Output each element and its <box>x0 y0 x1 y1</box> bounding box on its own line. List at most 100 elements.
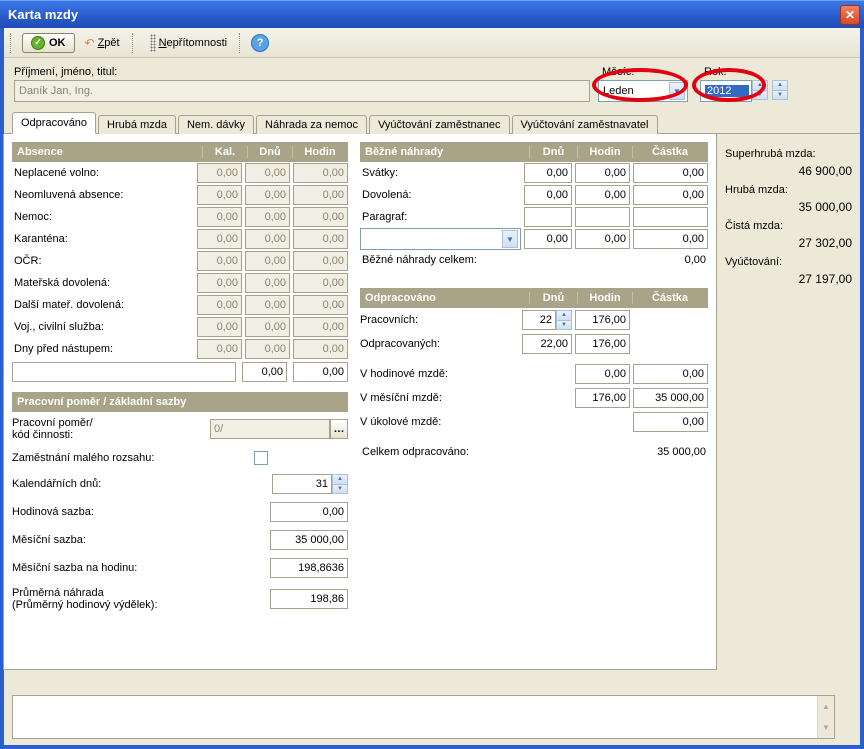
absence-hodin[interactable]: 0,00 <box>293 273 348 293</box>
mes-castka[interactable]: 35 000,00 <box>633 388 708 408</box>
prac-hodin[interactable]: 176,00 <box>575 310 630 330</box>
chevron-up-icon[interactable]: ▲ <box>333 475 347 485</box>
tab-vyuctovani-zamestnanec[interactable]: Vyúčtování zaměstnanec <box>369 115 510 134</box>
absence-extra-dnu[interactable]: 0,00 <box>242 362 287 382</box>
absence-hodin[interactable]: 0,00 <box>293 229 348 249</box>
mes-hodin[interactable]: 176,00 <box>575 388 630 408</box>
absence-hodin[interactable]: 0,00 <box>293 339 348 359</box>
odprac-sum-label: Celkem odpracováno: <box>362 446 469 458</box>
pomer-row-label: Průměrná náhrada (Průměrný hodinový výdě… <box>12 587 270 611</box>
svatky-dnu[interactable]: 0,00 <box>524 163 572 183</box>
prac-dnu-spinner[interactable]: ▲▼ <box>556 310 572 330</box>
tab-nahrada-za-nemoc[interactable]: Náhrada za nemoc <box>256 115 367 134</box>
dovolena-hodin[interactable]: 0,00 <box>575 185 630 205</box>
tab-odpracovano[interactable]: Odpracováno <box>12 112 96 134</box>
absence-kal[interactable]: 0,00 <box>197 273 242 293</box>
zam-rozsah-checkbox[interactable] <box>254 451 268 465</box>
dovolena-castka[interactable]: 0,00 <box>633 185 708 205</box>
absence-extra-input[interactable] <box>12 362 236 382</box>
help-icon[interactable]: ? <box>251 34 269 52</box>
paragraf-combo[interactable]: ▼ <box>360 228 521 250</box>
absence-hodin[interactable]: 0,00 <box>293 207 348 227</box>
paragraf2-castka[interactable]: 0,00 <box>633 229 708 249</box>
absence-dnu[interactable]: 0,00 <box>245 339 290 359</box>
dovolena-dnu[interactable]: 0,00 <box>524 185 572 205</box>
pomer-spinner[interactable]: ▲▼ <box>332 474 348 494</box>
absence-hodin[interactable]: 0,00 <box>293 317 348 337</box>
paragraf-dnu[interactable] <box>524 207 572 227</box>
tab-hruba-mzda[interactable]: Hrubá mzda <box>98 115 176 134</box>
col-dnu: Dnů <box>529 292 577 304</box>
absence-kal[interactable]: 0,00 <box>197 185 242 205</box>
chevron-down-icon[interactable]: ▼ <box>333 485 347 494</box>
bezne-row: Dovolená: 0,00 0,00 0,00 <box>360 184 708 206</box>
absence-kal[interactable]: 0,00 <box>197 229 242 249</box>
pomer-value[interactable]: 198,86 <box>270 589 348 609</box>
ukol-castka[interactable]: 0,00 <box>633 412 708 432</box>
absence-hodin[interactable]: 0,00 <box>293 295 348 315</box>
hod-castka[interactable]: 0,00 <box>633 364 708 384</box>
absence-kal[interactable]: 0,00 <box>197 163 242 183</box>
absence-dnu[interactable]: 0,00 <box>245 317 290 337</box>
absence-kal[interactable]: 0,00 <box>197 207 242 227</box>
scrollbar[interactable]: ▲ ▼ <box>817 696 834 738</box>
pomer-value[interactable]: 198,8636 <box>270 558 348 578</box>
hod-hodin[interactable]: 0,00 <box>575 364 630 384</box>
pomer-row: Průměrná náhrada (Průměrný hodinový výdě… <box>12 582 348 616</box>
paragraf2-hodin[interactable]: 0,00 <box>575 229 630 249</box>
chevron-down-icon[interactable]: ▼ <box>773 91 787 100</box>
paragraf2-dnu[interactable]: 0,00 <box>524 229 572 249</box>
absence-hodin[interactable]: 0,00 <box>293 163 348 183</box>
pomer-value[interactable]: 35 000,00 <box>270 530 348 550</box>
absence-hodin[interactable]: 0,00 <box>293 251 348 271</box>
absence-dnu[interactable]: 0,00 <box>245 207 290 227</box>
cista-value: 27 302,00 <box>725 236 852 250</box>
absence-kal[interactable]: 0,00 <box>197 317 242 337</box>
col-castka: Částka <box>632 146 707 158</box>
absence-button[interactable]: Nepřítomnosti <box>144 32 233 54</box>
absence-dnu[interactable]: 0,00 <box>245 273 290 293</box>
absence-extra-hodin[interactable]: 0,00 <box>293 362 348 382</box>
absence-kal[interactable]: 0,00 <box>197 251 242 271</box>
pomer-value[interactable]: 31 <box>272 474 332 494</box>
chevron-down-icon[interactable]: ▼ <box>818 717 834 738</box>
chevron-up-icon[interactable]: ▲ <box>818 696 834 717</box>
absence-kal[interactable]: 0,00 <box>197 295 242 315</box>
pomer-input[interactable]: 0/ <box>210 419 330 439</box>
ok-button[interactable]: ✓ OK <box>22 33 75 53</box>
absence-dnu[interactable]: 0,00 <box>245 251 290 271</box>
absence-header: Absence Kal. Dnů Hodin <box>12 142 348 162</box>
absence-dnu[interactable]: 0,00 <box>245 229 290 249</box>
check-circle-icon: ✓ <box>31 36 45 50</box>
paragraf-hodin[interactable] <box>575 207 630 227</box>
svatky-castka[interactable]: 0,00 <box>633 163 708 183</box>
absence-dnu[interactable]: 0,00 <box>245 185 290 205</box>
absence-kal[interactable]: 0,00 <box>197 339 242 359</box>
tab-nem-davky[interactable]: Nem. dávky <box>178 115 254 134</box>
toolbar-separator-icon <box>239 33 245 53</box>
tab-vyuctovani-zamestnavatel[interactable]: Vyúčtování zaměstnavatel <box>512 115 658 134</box>
ukol-label: V úkolové mzdě: <box>360 416 522 428</box>
prac-dnu[interactable]: 22 <box>522 310 556 330</box>
pomer-value[interactable]: 0,00 <box>270 502 348 522</box>
chevron-down-icon[interactable]: ▼ <box>502 230 518 248</box>
absence-dnu[interactable]: 0,00 <box>245 163 290 183</box>
back-button[interactable]: ↶ Zpět <box>79 34 126 52</box>
svatky-hodin[interactable]: 0,00 <box>575 163 630 183</box>
notes-textarea[interactable]: ▲ ▼ <box>12 695 835 739</box>
odpr-hodin[interactable]: 176,00 <box>575 334 630 354</box>
nav-spinner[interactable]: ▲ ▼ <box>772 80 788 100</box>
absence-dnu[interactable]: 0,00 <box>245 295 290 315</box>
chevron-down-icon[interactable]: ▼ <box>557 321 571 330</box>
ellipsis-button[interactable]: … <box>330 419 348 439</box>
chevron-up-icon[interactable]: ▲ <box>773 81 787 91</box>
chevron-up-icon[interactable]: ▲ <box>557 311 571 321</box>
absence-row: OČR: 0,00 0,00 0,00 <box>12 250 348 272</box>
bezne-sum-value: 0,00 <box>685 254 706 266</box>
paragraf-castka[interactable] <box>633 207 708 227</box>
odpr-dnu[interactable]: 22,00 <box>522 334 572 354</box>
grip-dots-icon <box>150 34 156 52</box>
name-input[interactable]: Daník Jan, Ing. <box>14 80 590 102</box>
close-icon[interactable]: ✕ <box>840 5 860 25</box>
absence-hodin[interactable]: 0,00 <box>293 185 348 205</box>
